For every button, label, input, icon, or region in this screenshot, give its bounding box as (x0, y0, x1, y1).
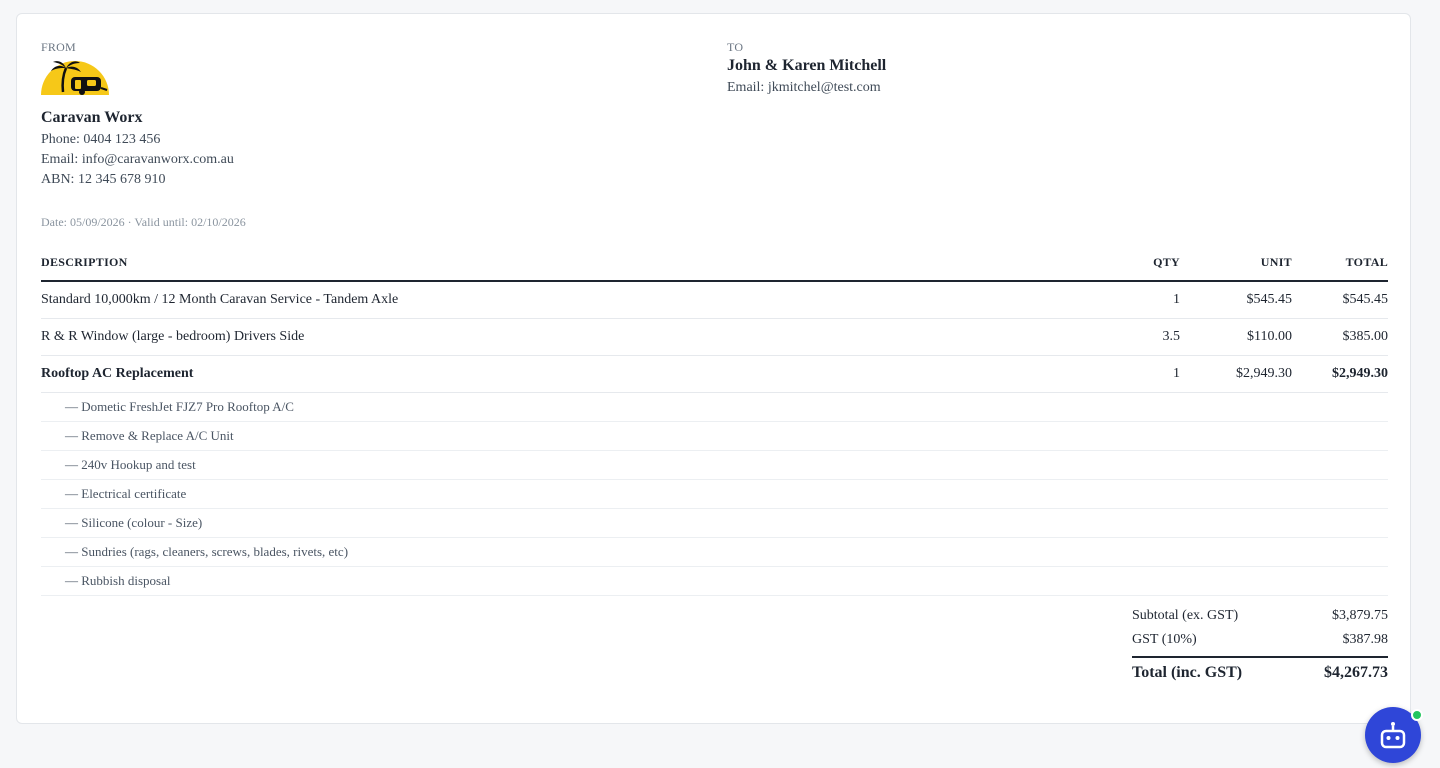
sub-item-row: — Remove & Replace A/C Unit (41, 422, 1388, 451)
item-description: R & R Window (large - bedroom) Drivers S… (41, 329, 305, 344)
sub-item-row: — Rubbish disposal (41, 567, 1388, 596)
sub-item-label: — Rubbish disposal (65, 573, 171, 588)
col-total: TOTAL (1345, 255, 1388, 269)
item-qty: 1 (1173, 366, 1180, 381)
client-email: Email: jkmitchel@test.com (727, 80, 881, 95)
item-total: $385.00 (1342, 329, 1389, 344)
item-unit: $110.00 (1247, 329, 1292, 344)
item-total: $545.45 (1342, 292, 1389, 307)
line-items-table: DESCRIPTION QTY UNIT TOTAL Standard 10,0… (41, 246, 1388, 596)
sub-item-row: — 240v Hookup and test (41, 451, 1388, 480)
sub-item-row: — Electrical certificate (41, 480, 1388, 509)
gst-value: $387.98 (1342, 632, 1389, 647)
business-name: Caravan Worx (41, 109, 143, 126)
business-email: Email: info@caravanworx.com.au (41, 152, 234, 167)
caravan-worx-logo (41, 55, 109, 95)
table-row: Standard 10,000km / 12 Month Caravan Ser… (41, 282, 1388, 319)
client-name: John & Karen Mitchell (727, 57, 887, 74)
sub-item-label: — Dometic FreshJet FJZ7 Pro Rooftop A/C (65, 399, 294, 414)
subtotal-row: Subtotal (ex. GST) $3,879.75 (1132, 606, 1388, 630)
business-phone: Phone: 0404 123 456 (41, 132, 161, 147)
subtotal-value: $3,879.75 (1332, 608, 1388, 623)
online-status-dot (1411, 709, 1423, 721)
quote-dates: Date: 05/09/2026 · Valid until: 02/10/20… (41, 215, 246, 229)
table-row: R & R Window (large - bedroom) Drivers S… (41, 319, 1388, 356)
col-description: DESCRIPTION (41, 255, 128, 269)
gst-row: GST (10%) $387.98 (1132, 630, 1388, 654)
sub-item-label: — Remove & Replace A/C Unit (65, 428, 234, 443)
subtotal-label: Subtotal (ex. GST) (1132, 608, 1239, 623)
item-qty: 1 (1173, 292, 1180, 307)
sub-item-row: — Silicone (colour - Size) (41, 509, 1388, 538)
item-description: Rooftop AC Replacement (41, 366, 194, 381)
quote-card: FROM Caravan Worx Phone: 0404 123 456 Em… (16, 13, 1411, 724)
grand-total-row: Total (inc. GST) $4,267.73 (1132, 656, 1388, 690)
col-unit: UNIT (1260, 255, 1292, 269)
item-description: Standard 10,000km / 12 Month Caravan Ser… (41, 292, 399, 307)
totals-summary: Subtotal (ex. GST) $3,879.75 GST (10%) $… (1132, 606, 1388, 690)
item-total: $2,949.30 (1332, 366, 1388, 381)
sub-item-label: — Sundries (rags, cleaners, screws, blad… (65, 544, 349, 559)
sub-item-row: — Dometic FreshJet FJZ7 Pro Rooftop A/C (41, 393, 1388, 422)
grand-total-label: Total (inc. GST) (1132, 664, 1243, 681)
from-label: FROM (41, 40, 76, 54)
item-unit: $545.45 (1246, 292, 1293, 307)
sub-item-row: — Sundries (rags, cleaners, screws, blad… (41, 538, 1388, 567)
item-unit: $2,949.30 (1236, 366, 1292, 381)
business-abn: ABN: 12 345 678 910 (41, 172, 166, 187)
table-header: DESCRIPTION QTY UNIT TOTAL (41, 246, 1388, 282)
item-qty: 3.5 (1162, 329, 1181, 344)
grand-total-value: $4,267.73 (1324, 664, 1388, 681)
col-qty: QTY (1153, 255, 1180, 269)
to-label: TO (727, 40, 744, 54)
sub-item-label: — Silicone (colour - Size) (65, 515, 203, 530)
gst-label: GST (10%) (1132, 632, 1197, 647)
sub-item-label: — 240v Hookup and test (65, 457, 196, 472)
sub-item-label: — Electrical certificate (65, 486, 187, 501)
table-row: Rooftop AC Replacement 1 $2,949.30 $2,94… (41, 356, 1388, 393)
